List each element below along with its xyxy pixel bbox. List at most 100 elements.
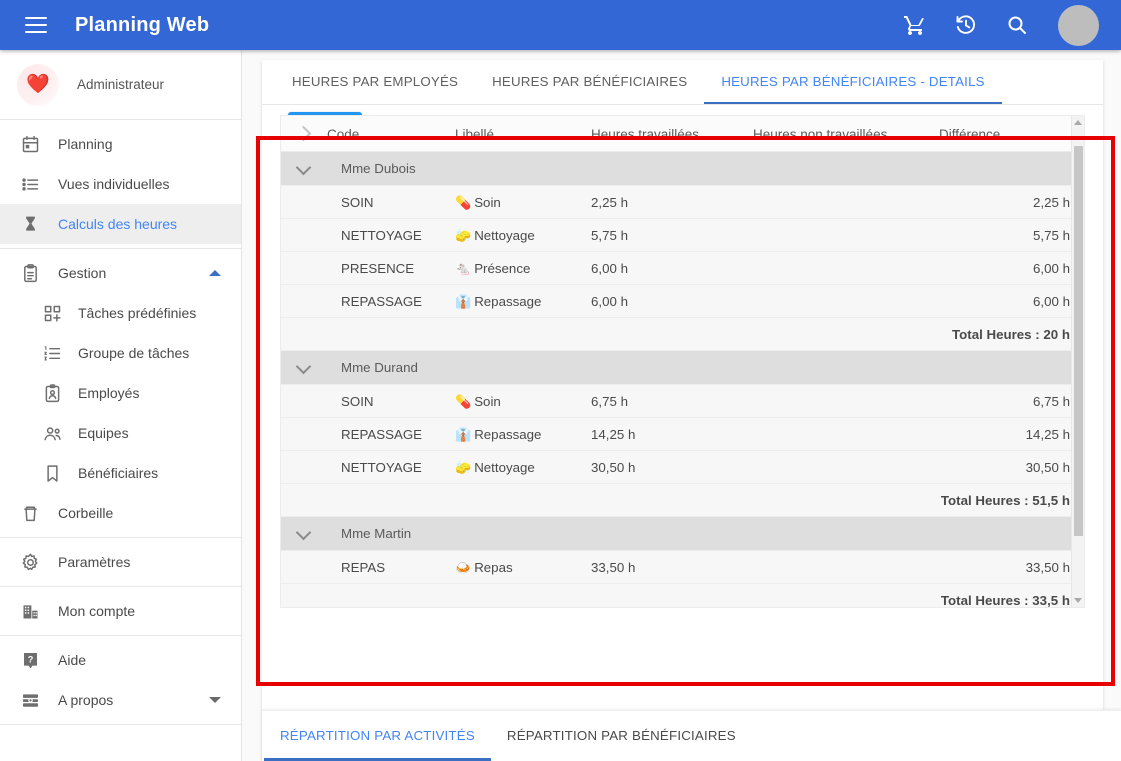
- row-spacer: [281, 384, 327, 418]
- table-row[interactable]: REPASSAGE 👔 Repassage 6,00 h 6,00 h: [281, 284, 1071, 318]
- sidebar-item-parametres[interactable]: Paramètres: [0, 542, 241, 582]
- cell-difference: 5,75 h: [939, 218, 1071, 252]
- cell-code: REPAS: [327, 550, 455, 584]
- cell-libelle: 💊 Soin: [455, 384, 591, 418]
- row-spacer: [281, 417, 327, 451]
- cell-heures-non-travaillees: [753, 450, 939, 484]
- cell-code: SOIN: [327, 384, 455, 418]
- search-icon[interactable]: [1004, 12, 1030, 38]
- row-spacer: [281, 251, 327, 285]
- sidebar-item-beneficiaires[interactable]: Bénéficiaires: [0, 453, 241, 493]
- bottom-tab-repartition-par-beneficiaires[interactable]: RÉPARTITION PAR BÉNÉFICIAIRES: [491, 712, 752, 761]
- column-header-libelle[interactable]: Libellé: [455, 116, 591, 152]
- table-row[interactable]: SOIN 💊 Soin 6,75 h 6,75 h: [281, 384, 1071, 418]
- table-row[interactable]: PRESENCE 🐁 Présence 6,00 h 6,00 h: [281, 251, 1071, 285]
- chevron-down-icon[interactable]: [295, 524, 312, 541]
- activity-icon: 🧽: [455, 227, 472, 243]
- sidebar-item-label: A propos: [58, 692, 114, 708]
- chevron-down-icon[interactable]: [209, 697, 221, 703]
- group-expand-cell[interactable]: [281, 151, 327, 186]
- page-title: Planning Web: [75, 13, 210, 36]
- svg-text:?: ?: [27, 654, 33, 664]
- cell-heures-travaillees: 6,75 h: [591, 384, 753, 418]
- activity-icon: 🧽: [455, 459, 472, 475]
- list-icon: [18, 172, 42, 196]
- chevron-up-icon[interactable]: [209, 270, 221, 276]
- hamburger-icon[interactable]: [25, 17, 47, 33]
- hourglass-icon: [18, 212, 42, 236]
- table-row[interactable]: SOIN 💊 Soin 2,25 h 2,25 h: [281, 185, 1071, 219]
- gear-icon: [18, 550, 42, 574]
- cell-libelle: 🧽 Nettoyage: [455, 450, 591, 484]
- sidebar-item-label: Tâches prédéfinies: [78, 305, 197, 321]
- group-expand-cell[interactable]: [281, 516, 327, 551]
- tab-heures-par-employes[interactable]: HEURES PAR EMPLOYÉS: [275, 61, 475, 104]
- sidebar-item-employes[interactable]: Employés: [0, 373, 241, 413]
- info-stack-icon: [18, 688, 42, 712]
- chevron-down-icon[interactable]: [295, 358, 312, 375]
- cell-difference: 30,50 h: [939, 450, 1071, 484]
- sidebar-item-equipes[interactable]: Equipes: [0, 413, 241, 453]
- cell-libelle: 🍛 Repas: [455, 550, 591, 584]
- bottom-tab-repartition-par-activites[interactable]: RÉPARTITION PAR ACTIVITÉS: [264, 712, 491, 761]
- main-tabs: HEURES PAR EMPLOYÉS HEURES PAR BÉNÉFICIA…: [262, 60, 1103, 105]
- scroll-up-arrow-icon[interactable]: [1072, 116, 1084, 129]
- sidebar-item-label: Groupe de tâches: [78, 345, 190, 361]
- history-icon[interactable]: [953, 12, 979, 38]
- column-header-code[interactable]: Code: [327, 116, 455, 152]
- group-row[interactable]: Mme Dubois: [281, 151, 1071, 186]
- sidebar: ❤️ Administrateur Planning Vues individue…: [0, 50, 242, 761]
- row-spacer: [281, 450, 327, 484]
- activity-icon: 👔: [455, 293, 472, 309]
- cell-libelle: 🐁 Présence: [455, 251, 591, 285]
- sidebar-item-taches-predefinies[interactable]: Tâches prédéfinies: [0, 293, 241, 333]
- sidebar-item-vues-individuelles[interactable]: Vues individuelles: [0, 164, 241, 204]
- activity-icon: 🍛: [455, 559, 472, 575]
- group-row[interactable]: Mme Martin: [281, 516, 1071, 551]
- sidebar-item-groupe-de-taches[interactable]: Groupe de tâches: [0, 333, 241, 373]
- bookmark-icon: [40, 461, 64, 485]
- ordered-list-icon: [40, 341, 64, 365]
- bottom-tabs: RÉPARTITION PAR ACTIVITÉS RÉPARTITION PA…: [262, 710, 1121, 761]
- chevron-right-icon[interactable]: [295, 125, 312, 142]
- cell-heures-non-travaillees: [753, 185, 939, 219]
- cart-icon[interactable]: [902, 12, 928, 38]
- sidebar-item-gestion[interactable]: Gestion: [0, 253, 241, 293]
- tab-heures-par-beneficiaires-details[interactable]: HEURES PAR BÉNÉFICIAIRES - DETAILS: [704, 61, 1002, 104]
- sidebar-nav: Planning Vues individuelles Calculs des he…: [0, 120, 241, 725]
- cell-difference: 6,00 h: [939, 251, 1071, 285]
- sidebar-item-calculs-des-heures[interactable]: Calculs des heures: [0, 204, 241, 244]
- clipboard-icon: [18, 261, 42, 285]
- table-row[interactable]: REPASSAGE 👔 Repassage 14,25 h 14,25 h: [281, 417, 1071, 451]
- column-header-heures-non-travaillees[interactable]: Heures non travaillées: [753, 116, 939, 152]
- sidebar-item-label: Paramètres: [58, 554, 131, 570]
- sidebar-item-a-propos[interactable]: A propos: [0, 680, 241, 720]
- sidebar-item-corbeille[interactable]: Corbeille: [0, 493, 241, 533]
- chevron-down-icon[interactable]: [295, 159, 312, 176]
- column-header-expand: [281, 116, 327, 152]
- help-icon: ?: [18, 648, 42, 672]
- table-row[interactable]: REPAS 🍛 Repas 33,50 h 33,50 h: [281, 550, 1071, 584]
- column-header-difference[interactable]: Différence: [939, 116, 1071, 152]
- cell-code: REPASSAGE: [327, 417, 455, 451]
- column-header-heures-travaillees[interactable]: Heures travaillées: [591, 116, 753, 152]
- table-vertical-scrollbar[interactable]: [1071, 116, 1084, 607]
- sidebar-user[interactable]: ❤️ Administrateur: [0, 50, 241, 120]
- calendar-icon: [18, 132, 42, 156]
- group-row[interactable]: Mme Durand: [281, 350, 1071, 385]
- scroll-down-arrow-icon[interactable]: [1072, 594, 1084, 607]
- sidebar-item-planning[interactable]: Planning: [0, 124, 241, 164]
- table-row[interactable]: NETTOYAGE 🧽 Nettoyage 5,75 h 5,75 h: [281, 218, 1071, 252]
- sidebar-group-1: Gestion Tâches prédéfinies Groupe de tâche…: [0, 249, 241, 538]
- group-total-label: Total Heures : 33,5 h: [281, 583, 1071, 607]
- scrollbar-thumb[interactable]: [1074, 146, 1083, 536]
- table-row[interactable]: NETTOYAGE 🧽 Nettoyage 30,50 h 30,50 h: [281, 450, 1071, 484]
- sidebar-item-aide[interactable]: ? Aide: [0, 640, 241, 680]
- tab-heures-par-beneficiaires[interactable]: HEURES PAR BÉNÉFICIAIRES: [475, 61, 704, 104]
- sidebar-item-mon-compte[interactable]: Mon compte: [0, 591, 241, 631]
- cell-heures-travaillees: 14,25 h: [591, 417, 753, 451]
- cell-heures-travaillees: 30,50 h: [591, 450, 753, 484]
- group-expand-cell[interactable]: [281, 350, 327, 385]
- avatar[interactable]: [1058, 4, 1099, 46]
- sidebar-item-label: Vues individuelles: [58, 176, 170, 192]
